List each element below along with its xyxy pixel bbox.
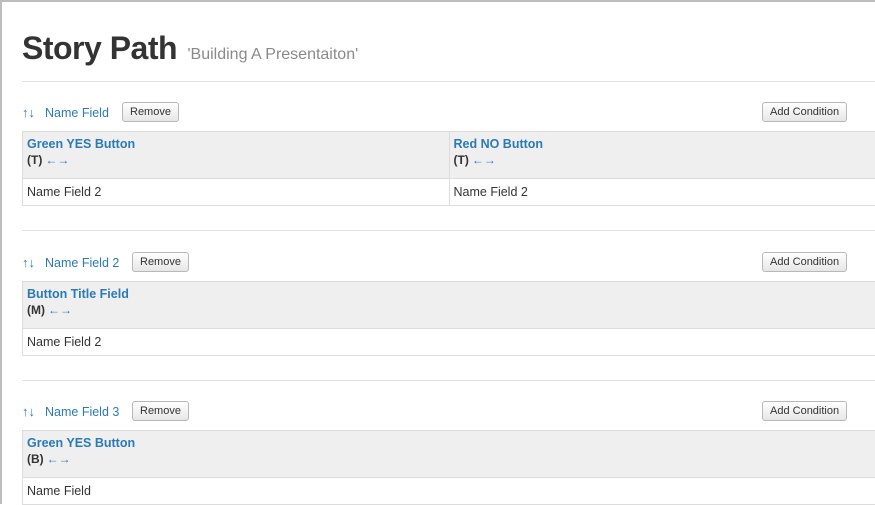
section-name-link[interactable]: Name Field 3 — [45, 405, 119, 419]
table-row: Name Field 2 — [23, 329, 875, 355]
table-header-row: Green YES Button (B)←→ — [23, 431, 875, 478]
remove-button[interactable]: Remove — [132, 401, 189, 421]
reorder-arrows-icon[interactable]: ↑↓ — [22, 404, 35, 419]
column-meta: (B)←→ — [27, 452, 871, 466]
path-section-1: ↑↓ Name Field Remove Add Condition Green… — [22, 102, 875, 126]
reorder-arrows-icon[interactable]: ↑↓ — [22, 105, 35, 120]
table-header-cell: Green YES Button (T)←→ — [23, 132, 449, 178]
move-left-right-icon[interactable]: ←→ — [48, 303, 72, 317]
move-left-right-icon[interactable]: ←→ — [45, 153, 69, 167]
section-header: ↑↓ Name Field Remove Add Condition — [22, 102, 875, 126]
position-tag: (T) — [27, 153, 42, 167]
table-header-row: Green YES Button (T)←→ Red NO Button (T)… — [23, 132, 875, 179]
section-name-link[interactable]: Name Field 2 — [45, 256, 119, 270]
table-header-cell: Red NO Button (T)←→ — [449, 132, 875, 178]
position-tag: (T) — [454, 153, 469, 167]
remove-button[interactable]: Remove — [132, 252, 189, 272]
column-meta: (M)←→ — [27, 303, 871, 317]
button-title-link[interactable]: Green YES Button — [27, 137, 445, 151]
page-subtitle: 'Building A Presentaiton' — [187, 46, 358, 63]
conditions-table: Green YES Button (B)←→ Name Field — [22, 430, 875, 505]
add-condition-button[interactable]: Add Condition — [762, 252, 847, 272]
divider — [22, 81, 875, 82]
move-left-right-icon[interactable]: ←→ — [47, 452, 71, 466]
table-header-cell: Button Title Field (M)←→ — [23, 282, 875, 328]
table-row: Name Field — [23, 478, 875, 504]
section-header: ↑↓ Name Field 3 Remove Add Condition — [22, 401, 875, 425]
conditions-table: Green YES Button (T)←→ Red NO Button (T)… — [22, 131, 875, 206]
table-header-cell: Green YES Button (B)←→ — [23, 431, 875, 477]
position-tag: (B) — [27, 452, 44, 466]
position-tag: (M) — [27, 303, 45, 317]
target-field-cell: Name Field 2 — [449, 179, 875, 205]
window-left-border — [0, 0, 2, 504]
column-meta: (T)←→ — [27, 153, 445, 167]
table-row: Name Field 2 Name Field 2 — [23, 179, 875, 205]
target-field-cell: Name Field — [23, 478, 875, 504]
add-condition-button[interactable]: Add Condition — [762, 102, 847, 122]
section-header: ↑↓ Name Field 2 Remove Add Condition — [22, 252, 875, 276]
path-section-3: ↑↓ Name Field 3 Remove Add Condition Gre… — [22, 401, 875, 425]
conditions-table: Button Title Field (M)←→ Name Field 2 — [22, 281, 875, 356]
remove-button[interactable]: Remove — [122, 102, 179, 122]
button-title-link[interactable]: Red NO Button — [454, 137, 872, 151]
table-header-row: Button Title Field (M)←→ — [23, 282, 875, 329]
target-field-cell: Name Field 2 — [23, 329, 875, 355]
page-header: Story Path 'Building A Presentaiton' — [22, 30, 358, 67]
reorder-arrows-icon[interactable]: ↑↓ — [22, 255, 35, 270]
add-condition-button[interactable]: Add Condition — [762, 401, 847, 421]
column-meta: (T)←→ — [454, 153, 872, 167]
path-section-2: ↑↓ Name Field 2 Remove Add Condition But… — [22, 252, 875, 276]
page-title: Story Path — [22, 30, 177, 66]
target-field-cell: Name Field 2 — [23, 179, 449, 205]
button-title-link[interactable]: Green YES Button — [27, 436, 871, 450]
window-top-border — [0, 0, 875, 2]
divider — [22, 230, 875, 231]
section-name-link[interactable]: Name Field — [45, 106, 109, 120]
button-title-link[interactable]: Button Title Field — [27, 287, 871, 301]
divider — [22, 380, 875, 381]
move-left-right-icon[interactable]: ←→ — [472, 153, 496, 167]
